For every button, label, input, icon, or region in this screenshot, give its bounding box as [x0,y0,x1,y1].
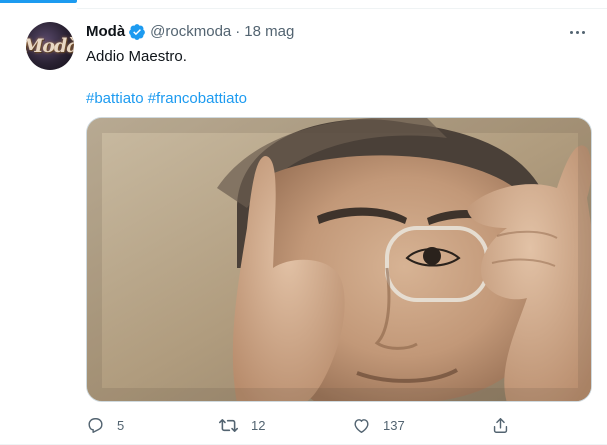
reply-icon [88,417,103,433]
tweet-header: Modà @rockmoda · 18 mag [86,20,591,44]
share-button[interactable] [491,413,510,437]
author-handle[interactable]: @rockmoda [150,22,231,42]
hashtag-line: #battiato #francobattiato [86,89,591,109]
share-icon [493,417,508,433]
hashtag-link[interactable]: #battiato [86,90,144,107]
retweet-count: 12 [251,417,266,433]
more-icon[interactable] [565,22,589,42]
reply-button[interactable]: 5 [86,413,124,437]
photo-portrait [87,118,591,401]
verified-badge-icon [129,24,146,40]
retweet-icon [218,418,239,432]
tweet-text: Addio Maestro. [86,48,187,65]
divider [77,8,607,9]
reply-count: 5 [117,417,125,433]
tweet-content: Modà @rockmoda · 18 mag Addio Maestro. #… [86,20,591,109]
like-button[interactable]: 137 [352,413,405,437]
like-icon [354,418,369,433]
separator-dot: · [235,23,241,40]
tweet-date[interactable]: 18 mag [244,22,294,42]
hashtag-link[interactable]: #francobattiato [148,90,247,107]
author-name[interactable]: Modà [86,22,125,42]
active-tab-indicator [0,0,77,3]
like-count: 137 [383,417,405,433]
retweet-button[interactable]: 12 [218,413,265,437]
avatar-logo: Modà [26,35,74,57]
avatar[interactable]: Modà [26,22,74,70]
tweet-photo[interactable] [86,117,592,402]
tweet-actions: 5 12 137 [86,413,516,437]
